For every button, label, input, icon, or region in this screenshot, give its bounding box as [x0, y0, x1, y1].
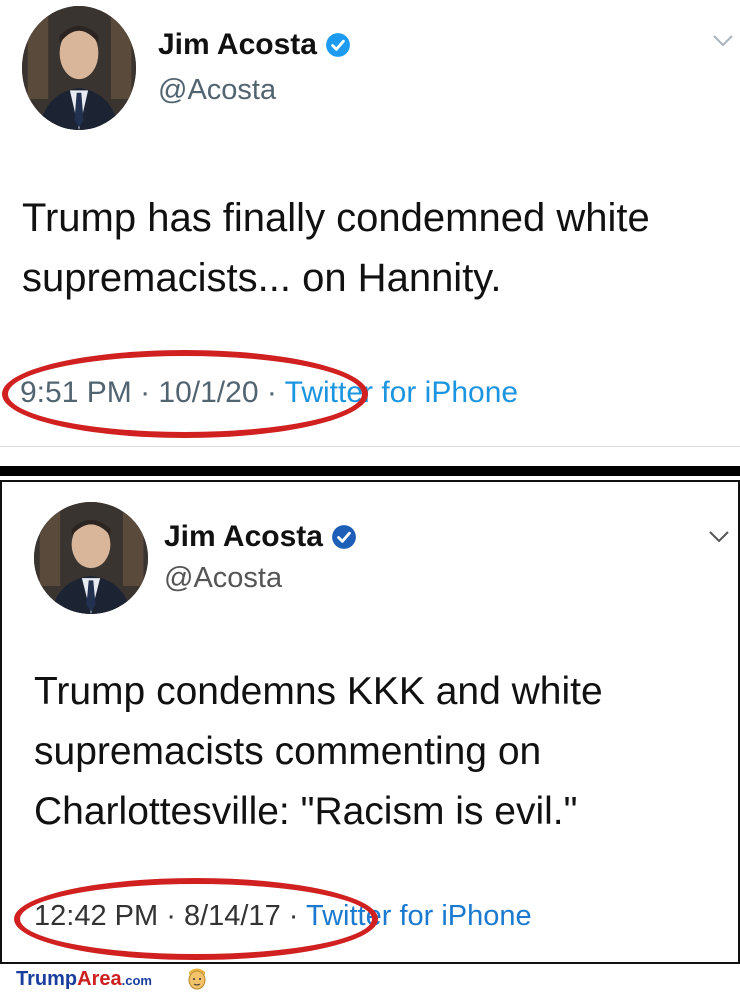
chevron-down-icon[interactable]: [708, 530, 730, 544]
tweet-text: Trump condemns KKK and white supremacist…: [34, 662, 603, 842]
display-name-text: Jim Acosta: [158, 28, 317, 61]
tweet-text-line: supremacists... on Hannity.: [22, 256, 502, 300]
watermark-footer: TrumpArea.com: [0, 964, 740, 992]
tweet-text-line: Trump has finally condemned white: [22, 196, 650, 240]
user-handle[interactable]: @Acosta: [158, 74, 276, 107]
tweet-text-line: Charlottesville: "Racism is evil.": [34, 790, 578, 833]
brand-text: Trump: [16, 968, 78, 990]
watermark-logo[interactable]: TrumpArea.com: [16, 968, 152, 991]
user-handle[interactable]: @Acosta: [164, 562, 282, 595]
tweet-text-line: Trump condemns KKK and white: [34, 670, 603, 713]
display-name[interactable]: Jim Acosta: [158, 28, 351, 62]
verified-badge-icon: [331, 524, 357, 550]
display-name[interactable]: Jim Acosta: [164, 520, 357, 554]
brand-suffix: .com: [121, 973, 152, 988]
tweet-text-line: supremacists commenting on: [34, 730, 542, 773]
avatar[interactable]: [22, 6, 136, 130]
avatar[interactable]: [34, 502, 148, 614]
highlight-circle: [2, 350, 368, 438]
chevron-down-icon[interactable]: [712, 34, 734, 48]
tweet-text: Trump has finally condemned white suprem…: [22, 188, 650, 308]
highlight-circle: [14, 878, 378, 960]
avatar-photo: [22, 6, 136, 130]
section-divider: [0, 462, 740, 480]
tweet-card-1[interactable]: Jim Acosta @Acosta Trump has finally con…: [0, 0, 740, 462]
divider: [0, 446, 740, 447]
verified-badge-icon: [325, 32, 351, 58]
avatar-photo: [34, 502, 148, 614]
trump-face-icon: [186, 966, 208, 990]
tweet-card-2[interactable]: Jim Acosta @Acosta Trump condemns KKK an…: [0, 480, 740, 964]
brand-text: Area: [77, 968, 122, 990]
display-name-text: Jim Acosta: [164, 520, 323, 553]
